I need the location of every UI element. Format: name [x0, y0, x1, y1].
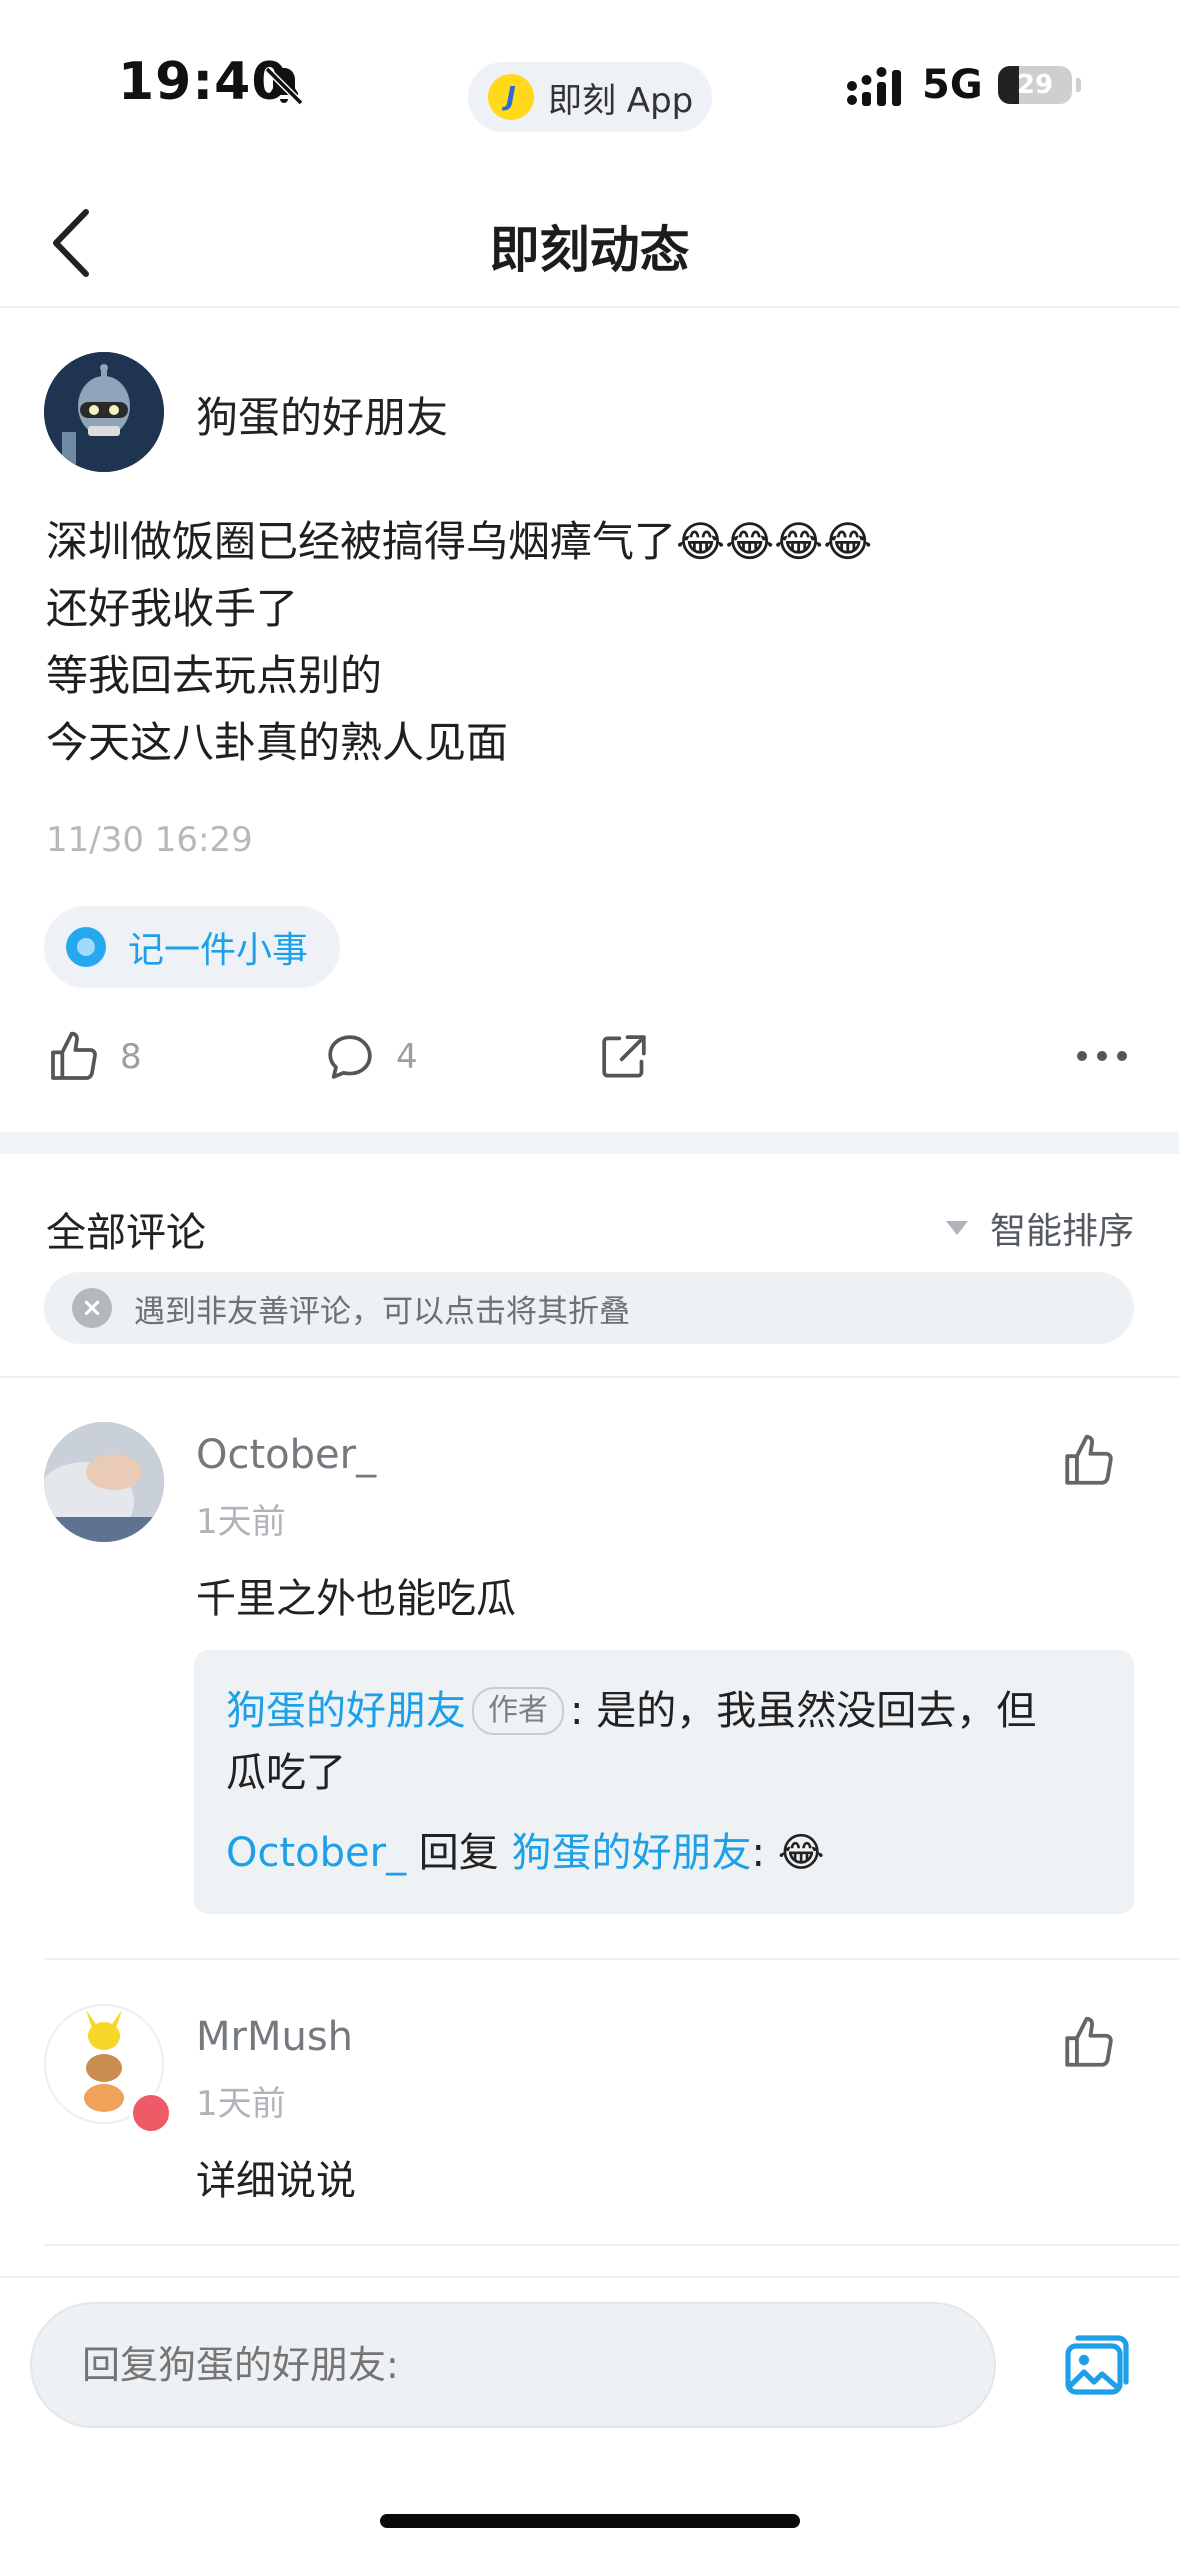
comments-title: 全部评论: [46, 1210, 206, 1256]
robot-avatar-icon: [44, 352, 164, 472]
input-bar-divider: [0, 2276, 1179, 2278]
topic-label: 记一件小事: [128, 930, 309, 971]
close-circle-icon[interactable]: ×: [72, 1288, 112, 1328]
battery-icon: 29: [998, 66, 1072, 104]
comment-divider: [44, 1958, 1179, 1960]
sort-triangle-icon: [946, 1221, 968, 1235]
battery-cap: [1076, 78, 1081, 92]
reply-author[interactable]: October_: [226, 1830, 406, 1876]
more-dots-icon[interactable]: [1074, 1048, 1130, 1064]
comments-header-divider: [0, 1376, 1179, 1378]
thumbs-up-icon: [51, 1031, 97, 1080]
notice-text: 遇到非友善评论，可以点击将其折叠: [134, 1293, 630, 1330]
reply-target[interactable]: 狗蛋的好朋友: [512, 1830, 752, 1876]
app-pill[interactable]: J 即刻 App: [468, 62, 712, 132]
post-line: 深圳做饭圈已经被搞得乌烟瘴气了😂😂😂😂: [46, 517, 873, 566]
app-pill-label: 即刻 App: [548, 80, 694, 121]
image-picker-icon[interactable]: [1062, 2334, 1132, 2398]
reply-item[interactable]: 狗蛋的好朋友 作者: 是的，我虽然没回去，但 瓜吃了: [226, 1680, 1106, 1804]
comment-time: 1天前: [196, 2084, 286, 2124]
post-content: 深圳做饭圈已经被搞得乌烟瘴气了😂😂😂😂 还好我收手了 等我回去玩点别的 今天这八…: [46, 508, 872, 776]
jike-logo-icon: J: [488, 74, 534, 120]
topic-circle-icon: [66, 927, 106, 967]
post-line: 等我回去玩点别的: [46, 651, 383, 700]
reply-item[interactable]: October_ 回复 狗蛋的好朋友: 😂: [226, 1822, 824, 1884]
page-title: 即刻动态: [489, 221, 690, 279]
author-badge: 作者: [472, 1687, 564, 1735]
comment-button[interactable]: 4: [322, 1024, 418, 1090]
reply-thread[interactable]: 狗蛋的好朋友 作者: 是的，我虽然没回去，但 瓜吃了 October_ 回复 狗蛋…: [194, 1650, 1134, 1914]
post-line: 还好我收手了: [46, 584, 299, 633]
comment-time: 1天前: [196, 1502, 286, 1542]
commenter-name[interactable]: October_: [196, 1432, 376, 1478]
comment-fold-notice[interactable]: × 遇到非友善评论，可以点击将其折叠: [44, 1272, 1134, 1344]
like-count: 8: [120, 1037, 142, 1077]
like-button[interactable]: 8: [46, 1024, 142, 1090]
signal-icon: [847, 67, 901, 106]
post-author-name[interactable]: 狗蛋的好朋友: [196, 384, 448, 445]
share-icon: [602, 1035, 646, 1078]
section-separator: [0, 1132, 1179, 1154]
reply-verb: 回复: [406, 1830, 512, 1876]
nav-divider: [0, 306, 1179, 308]
reply-text: : 😂: [751, 1830, 825, 1876]
comment-like-icon[interactable]: [1060, 2014, 1118, 2072]
bell-muted-icon: [264, 66, 304, 106]
reply-text: : 是的，我虽然没回去，但: [570, 1688, 1037, 1734]
author-avatar[interactable]: [44, 352, 164, 472]
heart-badge-icon: [130, 2092, 172, 2134]
comment-text: 详细说说: [196, 2158, 356, 2204]
battery-level: 29: [1016, 70, 1054, 100]
network-type: 5G: [922, 62, 983, 108]
photo-avatar-icon: [44, 1422, 164, 1542]
reply-text-continued: 瓜吃了: [226, 1750, 346, 1796]
post-line: 今天这八卦真的熟人见面: [46, 718, 509, 767]
comment-text: 千里之外也能吃瓜: [196, 1576, 516, 1622]
sort-dropdown[interactable]: 智能排序: [946, 1202, 1134, 1254]
reply-author[interactable]: 狗蛋的好朋友: [226, 1688, 466, 1734]
commenter-avatar[interactable]: [44, 1422, 164, 1542]
share-button[interactable]: [596, 1024, 652, 1090]
topic-tag[interactable]: 记一件小事: [44, 906, 340, 988]
comment-like-icon[interactable]: [1060, 1432, 1118, 1490]
comment-divider: [44, 2244, 1179, 2246]
comment-count: 4: [396, 1037, 418, 1077]
home-indicator: [380, 2514, 800, 2528]
comment-bubble-icon: [328, 1035, 372, 1079]
post-timestamp: 11/30 16:29: [46, 820, 253, 860]
reply-input[interactable]: [30, 2302, 996, 2428]
commenter-name[interactable]: MrMush: [196, 2014, 353, 2060]
sort-label: 智能排序: [990, 1211, 1135, 1252]
